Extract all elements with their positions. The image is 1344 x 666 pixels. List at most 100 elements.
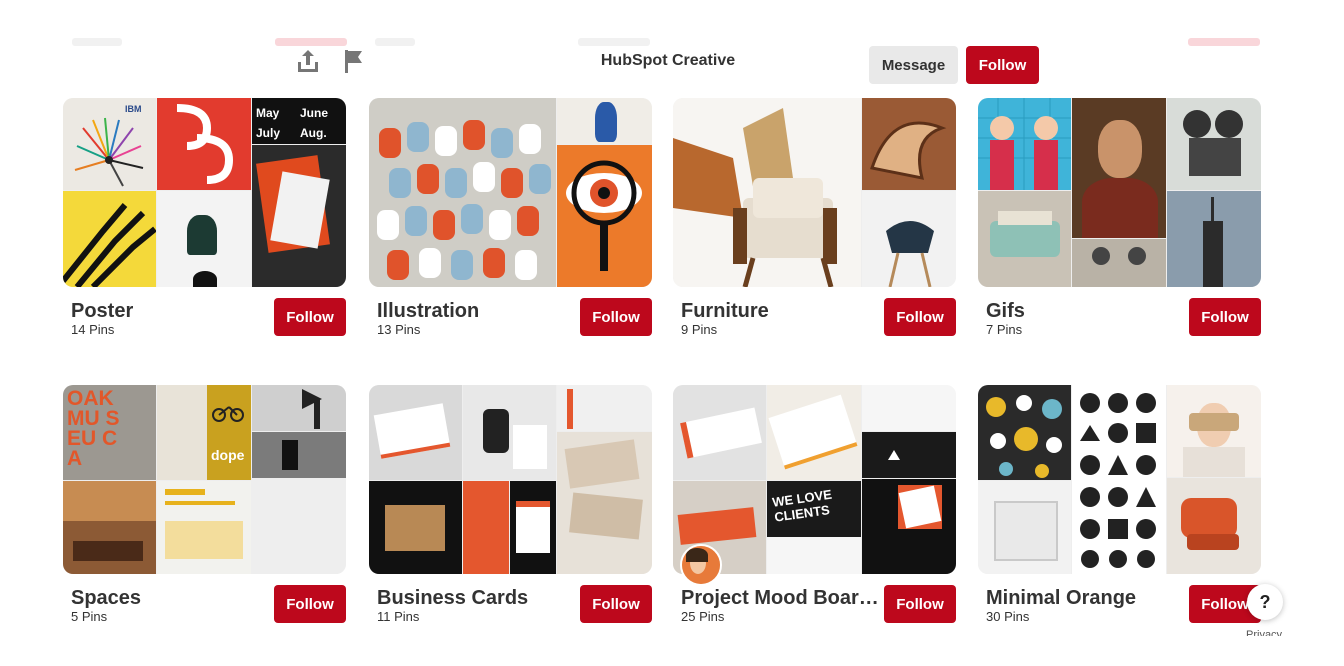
cover-image: [1167, 478, 1261, 574]
chairs-photo: [673, 108, 837, 287]
board-pin-count: 11 Pins: [377, 609, 420, 624]
cover-text: Aug.: [300, 126, 327, 140]
board-pin-count: 14 Pins: [71, 322, 115, 337]
board-cover[interactable]: [673, 98, 956, 287]
help-button[interactable]: ?: [1247, 584, 1283, 620]
cover-image: [1072, 239, 1166, 287]
follow-board-button[interactable]: Follow: [580, 585, 652, 623]
cover-image: [862, 191, 956, 287]
cover-text: June: [300, 106, 329, 120]
scrolled-button-remnant: [578, 38, 650, 46]
board-cover[interactable]: OAK MU SEU CA dope: [63, 385, 346, 574]
follow-board-button[interactable]: Follow: [1189, 298, 1261, 336]
board-title[interactable]: Illustration: [377, 300, 479, 323]
cover-image: [767, 385, 861, 480]
scrolled-text-remnant: [375, 38, 415, 46]
cover-image: IBM: [63, 98, 156, 190]
cover-text: May: [256, 106, 280, 120]
cover-image: [1072, 98, 1166, 238]
avatar[interactable]: [680, 544, 722, 586]
eye-magnifier-illustration: [566, 160, 642, 271]
cover-image: [63, 191, 156, 287]
board-card-business-cards[interactable]: Business Cards 11 Pins Follow: [369, 385, 652, 624]
cover-image: [557, 432, 652, 574]
scrolled-button-remnant: [1188, 38, 1260, 46]
board-cover[interactable]: [369, 385, 652, 574]
scroll-fade: [0, 632, 1344, 666]
follow-profile-button[interactable]: Follow: [966, 46, 1039, 84]
follow-board-button[interactable]: Follow: [884, 298, 956, 336]
board-pin-count: 13 Pins: [377, 322, 421, 337]
board-title[interactable]: Gifs: [986, 300, 1025, 323]
scrolled-text-remnant: [72, 38, 122, 46]
cover-image: [557, 145, 652, 287]
board-card-furniture[interactable]: Furniture 9 Pins Follow: [673, 98, 956, 337]
cover-image: OAK MU SEU CA: [63, 385, 156, 480]
cover-image: [157, 98, 251, 190]
board-title[interactable]: Minimal Orange: [986, 587, 1136, 610]
board-cover[interactable]: [978, 385, 1261, 574]
board-title[interactable]: Project Mood Boar…: [681, 587, 879, 610]
cover-text: OAK MU SEU CA: [67, 387, 120, 470]
cover-image: [557, 385, 652, 431]
cover-image: [978, 385, 1071, 480]
cover-image: [63, 481, 156, 574]
board-title[interactable]: Spaces: [71, 587, 141, 610]
board-cover[interactable]: [978, 98, 1261, 287]
cover-text: WE LOVE CLIENTS: [771, 486, 833, 525]
scrolled-button-remnant: [275, 38, 347, 46]
help-icon: ?: [1259, 591, 1271, 612]
board-title[interactable]: Business Cards: [377, 587, 528, 610]
cover-image: [157, 191, 251, 287]
share-icon: [298, 50, 318, 72]
cover-image: [252, 479, 346, 574]
cover-image: [862, 98, 956, 190]
follow-board-button[interactable]: Follow: [580, 298, 652, 336]
message-button[interactable]: Message: [869, 46, 958, 84]
flag-icon: [345, 50, 362, 73]
board-cover[interactable]: [369, 98, 652, 287]
cover-image: dope: [157, 385, 251, 480]
cover-image: [978, 98, 1071, 190]
cover-image: [1167, 385, 1261, 477]
board-pin-count: 5 Pins: [71, 609, 108, 624]
cover-image: [369, 98, 556, 287]
cover-image: [252, 432, 346, 478]
cover-image: [1167, 191, 1261, 287]
cyclists-illustration: [377, 120, 551, 280]
follow-board-button[interactable]: Follow: [274, 298, 346, 336]
follow-board-button[interactable]: Follow: [274, 585, 346, 623]
follow-board-button[interactable]: Follow: [884, 585, 956, 623]
board-card-spaces[interactable]: OAK MU SEU CA dope Spaces 5 Pins Follow: [63, 385, 346, 624]
cover-image: [157, 481, 251, 574]
cover-image: [978, 191, 1071, 287]
privacy-link[interactable]: Privacy: [1246, 628, 1282, 636]
board-card-gifs[interactable]: Gifs 7 Pins Follow: [978, 98, 1261, 337]
cover-text: July: [256, 126, 281, 140]
cover-image: [252, 145, 346, 287]
board-cover[interactable]: IBM May June July Aug.: [63, 98, 346, 287]
report-button[interactable]: [338, 46, 368, 76]
board-header: HubSpot Creative Message Follow: [0, 0, 1344, 92]
cover-image: [978, 481, 1071, 574]
board-pin-count: 7 Pins: [986, 322, 1023, 337]
page-title: HubSpot Creative: [600, 52, 736, 69]
board-title[interactable]: Poster: [71, 300, 133, 323]
board-title[interactable]: Furniture: [681, 300, 769, 323]
board-card-minimal-orange[interactable]: Minimal Orange 30 Pins Follow: [978, 385, 1261, 624]
cover-image: [1167, 98, 1261, 190]
cover-image: [463, 481, 509, 574]
cover-image: [463, 385, 556, 480]
board-card-illustration[interactable]: Illustration 13 Pins Follow: [369, 98, 652, 337]
board-pin-count: 9 Pins: [681, 322, 718, 337]
burst-graphic: IBM: [74, 104, 144, 187]
share-button[interactable]: [293, 46, 323, 76]
board-card-poster[interactable]: IBM May June July Aug. Poster 14 Pins Fo…: [63, 98, 346, 337]
board-pin-count: 25 Pins: [681, 609, 725, 624]
cover-image: [1072, 385, 1166, 574]
cover-image: [369, 385, 462, 480]
cover-image: [252, 385, 346, 431]
cover-text: dope: [211, 447, 245, 463]
ibm-logo-text: IBM: [125, 104, 142, 114]
cover-image: [673, 385, 766, 480]
